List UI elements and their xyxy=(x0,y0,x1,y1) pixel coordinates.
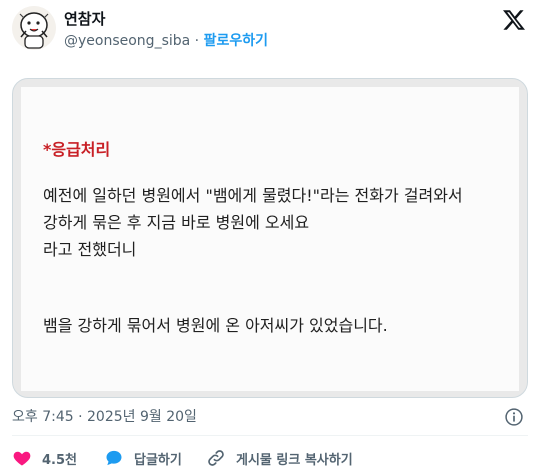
info-icon[interactable] xyxy=(504,407,524,427)
image-card: *응급처리 예전에 일하던 병원에서 "뱀에게 물렸다!"라는 전화가 걸려와서… xyxy=(21,87,519,391)
image-line: 라고 전했더니 xyxy=(43,240,137,259)
tweet-meta: 오후 7:45 · 2025년 9월 20일 xyxy=(12,406,528,428)
action-bar: 4.5천 답글하기 게시물 링크 복사하기 xyxy=(12,444,528,472)
handle-row: @yeonseong_siba · 팔로우하기 xyxy=(64,32,268,50)
image-line: 예전에 일하던 병원에서 "뱀에게 물렸다!"라는 전화가 걸려와서 xyxy=(43,186,463,205)
author-info: 연참자 @yeonseong_siba · 팔로우하기 xyxy=(64,10,268,50)
separator: · xyxy=(194,33,200,49)
reply-label: 답글하기 xyxy=(134,452,182,468)
x-logo-icon[interactable] xyxy=(502,8,526,32)
image-paragraph-1: 예전에 일하던 병원에서 "뱀에게 물렸다!"라는 전화가 걸려와서 강하게 묶… xyxy=(43,182,463,263)
like-button[interactable]: 4.5천 xyxy=(12,444,77,472)
like-count: 4.5천 xyxy=(42,452,77,468)
copy-link-button[interactable]: 게시물 링크 복사하기 xyxy=(206,444,353,472)
tweet-image[interactable]: *응급처리 예전에 일하던 병원에서 "뱀에게 물렸다!"라는 전화가 걸려와서… xyxy=(12,78,528,398)
link-icon xyxy=(208,450,224,466)
reply-button[interactable]: 답글하기 xyxy=(104,444,182,472)
avatar[interactable] xyxy=(12,6,56,50)
image-text: *응급처리 예전에 일하던 병원에서 "뱀에게 물렸다!"라는 전화가 걸려와서… xyxy=(43,139,463,339)
follow-button[interactable]: 팔로우하기 xyxy=(204,33,268,49)
tweet-header: 연참자 @yeonseong_siba · 팔로우하기 xyxy=(12,6,532,62)
avatar-character-icon xyxy=(12,6,56,50)
image-paragraph-2: 뱀을 강하게 묶어서 병원에 온 아저씨가 있었습니다. xyxy=(43,316,388,335)
heart-icon xyxy=(13,451,31,466)
user-handle[interactable]: @yeonseong_siba xyxy=(64,33,190,49)
divider xyxy=(12,435,528,436)
copy-link-label: 게시물 링크 복사하기 xyxy=(236,452,353,468)
image-line: 강하게 묶은 후 지금 바로 병원에 오세요 xyxy=(43,213,310,232)
display-name[interactable]: 연참자 xyxy=(64,10,268,28)
reply-bubble-icon xyxy=(106,450,122,466)
image-heading: *응급처리 xyxy=(43,140,111,159)
timestamp[interactable]: 오후 7:45 · 2025년 9월 20일 xyxy=(12,409,197,425)
